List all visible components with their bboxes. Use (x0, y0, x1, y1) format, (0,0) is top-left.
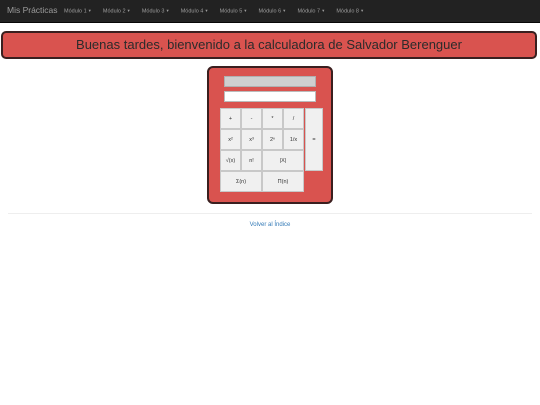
caret-down-icon: ▾ (205, 8, 208, 13)
brand-link[interactable]: Mis Prácticas (7, 5, 58, 15)
menu-modulo-3[interactable]: Módulo 3 ▾ (136, 0, 175, 22)
menu-label: Módulo 6 (258, 8, 282, 15)
square-button[interactable]: x² (220, 129, 241, 150)
caret-down-icon: ▾ (166, 8, 169, 13)
caret-down-icon: ▾ (360, 8, 364, 13)
factorial-button[interactable]: n! (241, 150, 262, 171)
caret-down-icon: ▾ (322, 8, 325, 13)
power-of-two-button[interactable]: 2ⁿ (262, 129, 283, 150)
caret-down-icon: ▾ (244, 8, 247, 13)
menu-label: Módulo 5 (219, 8, 243, 15)
menu-label: Módulo 8 (336, 8, 359, 15)
abs-button[interactable]: |X| (262, 150, 304, 171)
menu-modulo-4[interactable]: Módulo 4 ▾ (175, 0, 214, 22)
cube-button[interactable]: x³ (241, 129, 262, 150)
menu-label: Módulo 3 (141, 8, 165, 15)
menu-modulo-8[interactable]: Módulo 8 ▾ (330, 0, 369, 22)
menu-label: Módulo 7 (297, 8, 321, 15)
reciprocal-button[interactable]: 1/x (283, 129, 304, 150)
add-button[interactable]: + (220, 108, 241, 129)
calculator-display (224, 76, 316, 87)
menu-modulo-1[interactable]: Módulo 1 ▾ (58, 0, 97, 22)
summation-button[interactable]: Σ(n) (220, 171, 262, 192)
sqrt-button[interactable]: √(x) (220, 150, 241, 171)
calculator-panel: + - * / x² x³ 2ⁿ 1/x = √(x) n! |X| Σ(n) … (207, 66, 333, 204)
divider (8, 213, 532, 214)
caret-down-icon: ▾ (88, 8, 91, 13)
multiply-button[interactable]: * (262, 108, 283, 129)
menu-modulo-7[interactable]: Módulo 7 ▾ (291, 0, 330, 22)
welcome-banner: Buenas tardes, bienvenido a la calculado… (1, 31, 537, 59)
menu-modulo-5[interactable]: Módulo 5 ▾ (214, 0, 253, 22)
menu-label: Módulo 2 (102, 8, 126, 15)
caret-down-icon: ▾ (127, 8, 130, 13)
subtract-button[interactable]: - (241, 108, 262, 129)
divide-button[interactable]: / (283, 108, 304, 129)
equals-button[interactable]: = (305, 108, 323, 171)
caret-down-icon: ▾ (283, 8, 286, 13)
menu-label: Módulo 1 (64, 8, 87, 15)
menu-modulo-6[interactable]: Módulo 6 ▾ (253, 0, 292, 22)
calculator-input[interactable] (224, 91, 316, 102)
menu-modulo-2[interactable]: Módulo 2 ▾ (97, 0, 136, 22)
menu-label: Módulo 4 (180, 8, 204, 15)
top-navbar: Mis Prácticas Módulo 1 ▾ Módulo 2 ▾ Módulo… (0, 0, 540, 23)
back-to-index-link[interactable]: Volver al Índice (0, 222, 540, 228)
module-menu: Módulo 1 ▾ Módulo 2 ▾ Módulo 3 ▾ Módulo 4 ▾ … (58, 0, 369, 22)
product-button[interactable]: Π(n) (262, 171, 304, 192)
